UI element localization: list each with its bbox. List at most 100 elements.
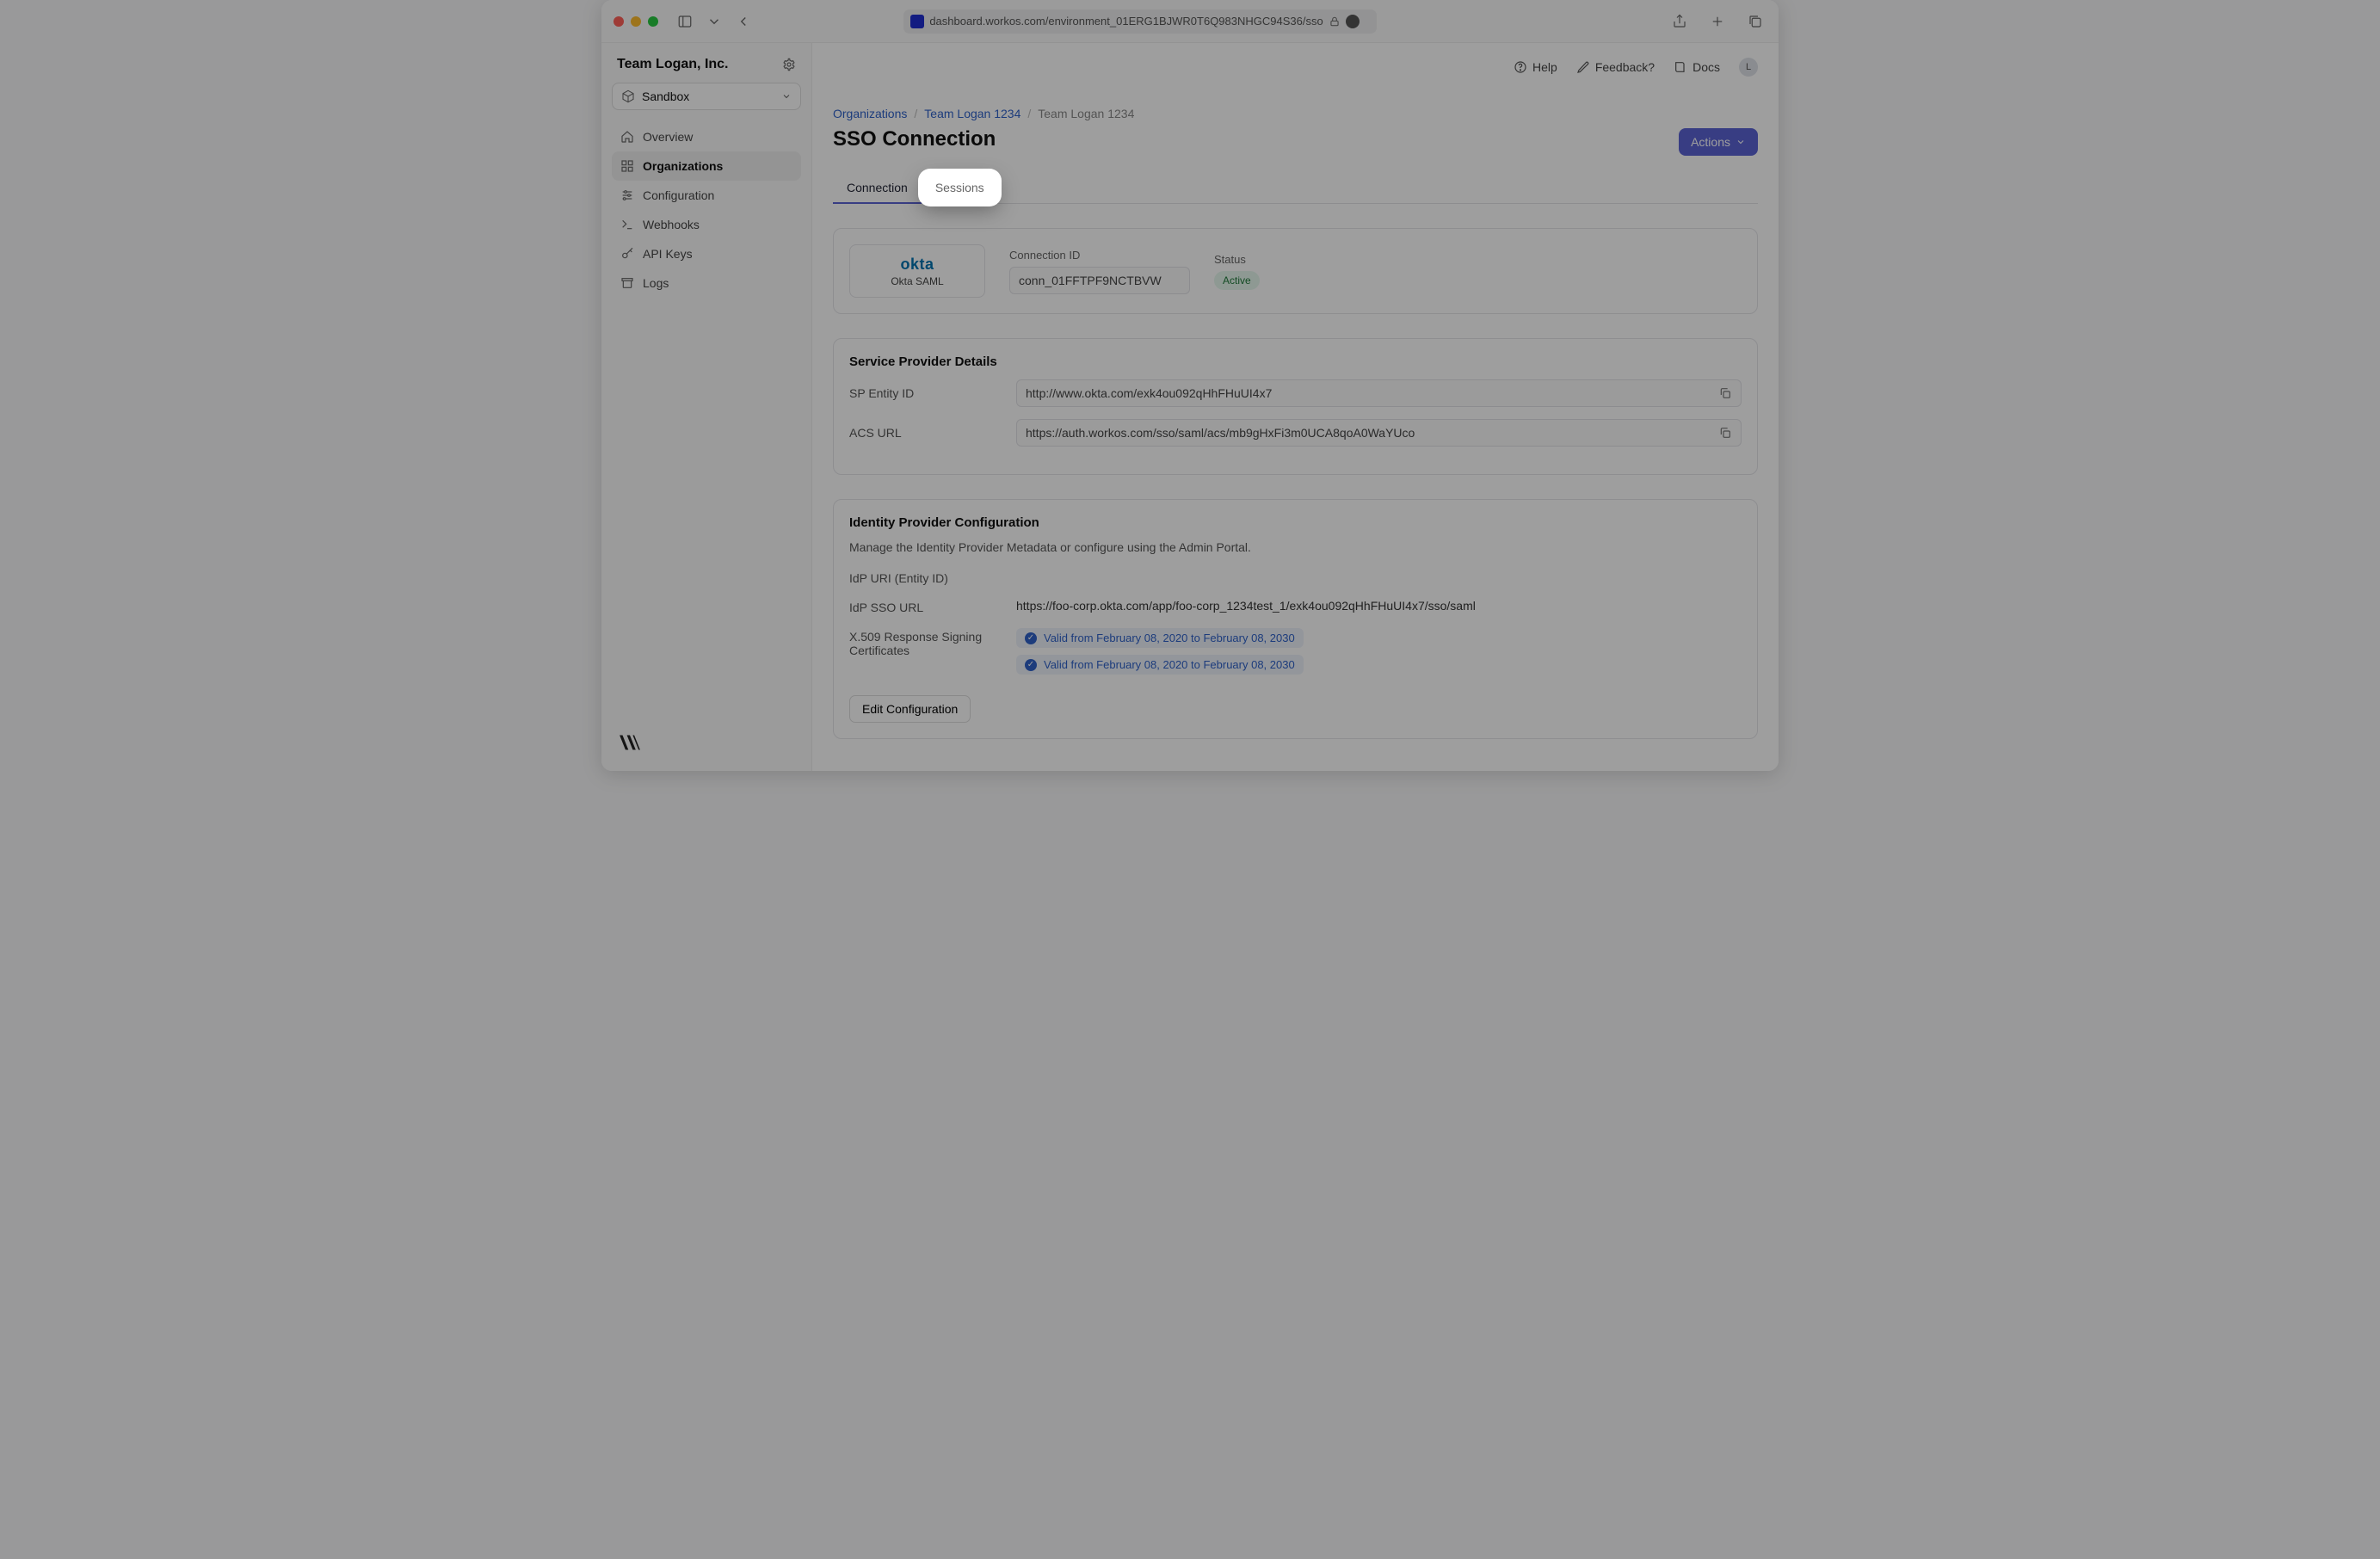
provider-tile: okta Okta SAML [849,244,985,298]
docs-label: Docs [1693,60,1720,74]
breadcrumb-sep: / [1027,107,1031,120]
sidebar-item-api-keys[interactable]: API Keys [612,239,801,268]
tabs: Connection Sessions [833,172,1758,204]
tab-label: Sessions [935,181,984,194]
gear-icon[interactable] [782,58,796,71]
address-bar-text: dashboard.workos.com/environment_01ERG1B… [929,15,1323,28]
page-title: SSO Connection [833,127,996,151]
sidebar-toggle-icon[interactable] [674,12,696,31]
tab-sessions[interactable]: Sessions [922,172,998,203]
cert-text: Valid from February 08, 2020 to February… [1044,658,1295,671]
acs-url-label: ACS URL [849,426,1016,440]
status-label: Status [1214,253,1260,266]
docs-link[interactable]: Docs [1674,60,1720,74]
help-label: Help [1532,60,1557,74]
new-tab-icon[interactable] [1706,12,1729,31]
chevron-down-icon [1736,137,1746,147]
okta-logo-text: okta [900,256,934,274]
book-icon [1674,60,1687,74]
actions-button[interactable]: Actions [1679,128,1758,156]
browser-window: dashboard.workos.com/environment_01ERG1B… [601,0,1779,771]
idp-config-card: Identity Provider Configuration Manage t… [833,499,1758,739]
extension-icon[interactable] [1346,15,1360,28]
sp-section-title: Service Provider Details [849,354,1742,369]
home-icon [620,130,634,144]
cube-icon [621,89,635,103]
idp-uri-label: IdP URI (Entity ID) [849,570,1016,585]
tab-connection[interactable]: Connection [833,172,922,203]
environment-selector[interactable]: Sandbox [612,83,801,110]
chevron-down-icon [781,91,792,102]
help-icon [1514,60,1527,74]
idp-cert-label: X.509 Response Signing Certificates [849,628,1016,657]
actions-label: Actions [1691,135,1730,149]
browser-titlebar: dashboard.workos.com/environment_01ERG1B… [601,0,1779,43]
address-bar[interactable]: dashboard.workos.com/environment_01ERG1B… [903,9,1377,34]
sp-entity-value[interactable] [1026,386,1711,400]
sidebar-item-label: Configuration [643,188,714,202]
avatar[interactable]: L [1739,58,1758,77]
idp-section-title: Identity Provider Configuration [849,515,1742,530]
sidebar-item-label: Organizations [643,159,723,173]
idp-sso-value: https://foo-corp.okta.com/app/foo-corp_1… [1016,599,1742,613]
acs-url-value[interactable] [1026,426,1711,440]
key-icon [620,247,634,261]
share-icon[interactable] [1668,12,1691,31]
feedback-label: Feedback? [1595,60,1655,74]
breadcrumb-root[interactable]: Organizations [833,107,907,120]
sidebar-item-label: Logs [643,276,669,290]
help-link[interactable]: Help [1514,60,1557,74]
sidebar-item-overview[interactable]: Overview [612,122,801,151]
sidebar: Team Logan, Inc. Sandbox Overview Organi… [601,43,812,771]
acs-url-field[interactable] [1016,419,1742,447]
sp-entity-field[interactable] [1016,379,1742,407]
edit-configuration-label: Edit Configuration [862,702,958,716]
avatar-initial: L [1746,62,1751,72]
terminal-icon [620,218,634,231]
app-topbar: Help Feedback? Docs L [812,43,1779,91]
check-icon: ✓ [1025,659,1037,671]
breadcrumb-leaf: Team Logan 1234 [1038,107,1134,120]
sidebar-item-label: Overview [643,130,693,144]
status-badge: Active [1214,271,1260,290]
cert-chip[interactable]: ✓ Valid from February 08, 2020 to Februa… [1016,655,1304,675]
sidebar-item-label: Webhooks [643,218,700,231]
breadcrumb-sep: / [914,107,917,120]
sidebar-item-logs[interactable]: Logs [612,268,801,298]
breadcrumb-org[interactable]: Team Logan 1234 [924,107,1020,120]
sidebar-item-webhooks[interactable]: Webhooks [612,210,801,239]
idp-section-desc: Manage the Identity Provider Metadata or… [849,540,1742,554]
service-provider-card: Service Provider Details SP Entity ID AC… [833,338,1758,475]
copy-icon[interactable] [1718,426,1732,440]
window-controls [613,16,658,27]
sp-entity-label: SP Entity ID [849,386,1016,400]
feedback-link[interactable]: Feedback? [1576,60,1655,74]
back-icon[interactable] [732,12,755,31]
check-icon: ✓ [1025,632,1037,644]
breadcrumb: Organizations / Team Logan 1234 / Team L… [833,107,1758,120]
sidebar-item-configuration[interactable]: Configuration [612,181,801,210]
site-favicon-icon [910,15,924,28]
minimize-window-icon[interactable] [631,16,641,27]
provider-name: Okta SAML [891,275,943,287]
chevron-down-icon[interactable] [703,12,725,31]
connection-id-value[interactable] [1019,274,1175,287]
idp-sso-label: IdP SSO URL [849,599,1016,614]
sidebar-item-organizations[interactable]: Organizations [612,151,801,181]
connection-id-field[interactable] [1009,267,1190,294]
copy-icon[interactable] [1718,386,1732,400]
sidebar-item-label: API Keys [643,247,693,261]
archive-icon [620,276,634,290]
connection-summary-card: okta Okta SAML Connection ID Status Acti… [833,228,1758,314]
tabs-icon[interactable] [1744,12,1767,31]
cert-chip[interactable]: ✓ Valid from February 08, 2020 to Februa… [1016,628,1304,648]
edit-configuration-button[interactable]: Edit Configuration [849,695,971,723]
main-content: Organizations / Team Logan 1234 / Team L… [812,91,1779,771]
pencil-icon [1576,60,1590,74]
cert-text: Valid from February 08, 2020 to February… [1044,632,1295,644]
close-window-icon[interactable] [613,16,624,27]
zoom-window-icon[interactable] [648,16,658,27]
lock-icon [1329,15,1341,28]
grid-icon [620,159,634,173]
environment-label: Sandbox [642,89,689,103]
